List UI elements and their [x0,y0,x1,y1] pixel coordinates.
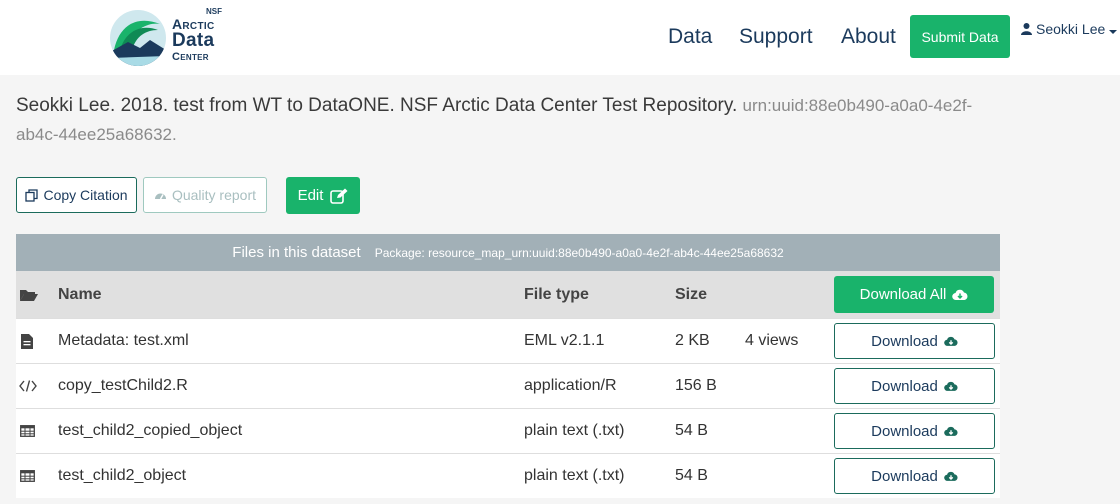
table-row: test_child2_copied_object plain text (.t… [16,408,1000,453]
logo-text-center: Center [172,51,209,63]
download-label: Download [871,332,938,350]
dashboard-icon [154,189,167,201]
table-row: copy_testChild2.R application/R 156 B Do… [16,363,1000,408]
aurora-logo-icon [110,10,166,66]
package-identifier: Package: resource_map_urn:uuid:88e0b490-… [374,245,784,260]
column-header-file-type[interactable]: File type [524,271,589,318]
nav-link-data[interactable]: Data [668,25,712,49]
file-size: 54 B [675,422,708,439]
file-size: 156 B [675,377,717,394]
file-size: 54 B [675,467,708,484]
edit-icon [330,188,348,204]
user-name: Seokki Lee [1036,21,1106,37]
logo-text-data: Data [172,30,215,51]
table-icon [20,454,35,498]
cloud-download-icon [944,336,958,347]
user-icon [1021,23,1032,35]
folder-open-icon [20,271,38,318]
cloud-download-icon [944,471,958,482]
nav-link-about[interactable]: About [841,25,896,49]
site-header: NSF Arctic Data Center Data Support Abou… [0,0,1120,75]
code-icon [19,364,37,408]
copy-citation-label: Copy Citation [43,187,128,203]
dataset-citation: Seokki Lee. 2018. test from WT to DataON… [16,91,1006,149]
download-label: Download [871,377,938,395]
column-header-name[interactable]: Name [58,271,102,318]
edit-button[interactable]: Edit [286,177,360,214]
cloud-download-icon [944,381,958,392]
download-button[interactable]: Download [834,413,995,449]
file-type: application/R [524,377,617,394]
quality-report-button[interactable]: Quality report [143,177,267,213]
file-name[interactable]: test_child2_copied_object [58,409,242,453]
cloud-download-icon [952,289,968,301]
file-name[interactable]: copy_testChild2.R [58,364,188,408]
files-table-title: Files in this dataset [232,244,361,261]
arctic-data-center-logo[interactable]: NSF Arctic Data Center [110,7,230,70]
edit-label: Edit [297,187,324,204]
cloud-download-icon [944,426,958,437]
table-icon [20,409,35,453]
download-label: Download [871,467,938,485]
file-type: EML v2.1.1 [524,332,605,349]
files-table-header: Files in this dataset Package: resource_… [16,234,1000,271]
file-type: plain text (.txt) [524,467,625,484]
logo-nsf-text: NSF [206,7,222,16]
table-row: test_child2_object plain text (.txt) 54 … [16,453,1000,498]
file-type: plain text (.txt) [524,422,625,439]
copy-icon [25,188,39,202]
quality-report-label: Quality report [171,187,257,203]
file-size: 2 KB [675,332,710,349]
file-name[interactable]: Metadata: test.xml [58,319,189,363]
table-row: Metadata: test.xml EML v2.1.1 2 KB 4 vie… [16,318,1000,363]
download-button[interactable]: Download [834,323,995,359]
download-button[interactable]: Download [834,458,995,494]
download-label: Download [871,422,938,440]
download-button[interactable]: Download [834,368,995,404]
column-header-size[interactable]: Size [675,271,707,318]
file-text-icon [21,319,33,363]
download-all-label: Download All [859,286,947,303]
chevron-down-icon [1109,30,1118,34]
file-views: 4 views [745,332,799,349]
citation-text: Seokki Lee. 2018. test from WT to DataON… [16,95,738,116]
download-all-button[interactable]: Download All [834,276,994,313]
nav-link-support[interactable]: Support [739,25,813,49]
submit-data-button[interactable]: Submit Data [910,15,1010,58]
user-menu[interactable]: Seokki Lee [1021,21,1118,37]
file-name[interactable]: test_child2_object [58,454,186,498]
files-table-column-headers: Name File type Size Download All [16,271,1000,318]
copy-citation-button[interactable]: Copy Citation [16,177,137,213]
